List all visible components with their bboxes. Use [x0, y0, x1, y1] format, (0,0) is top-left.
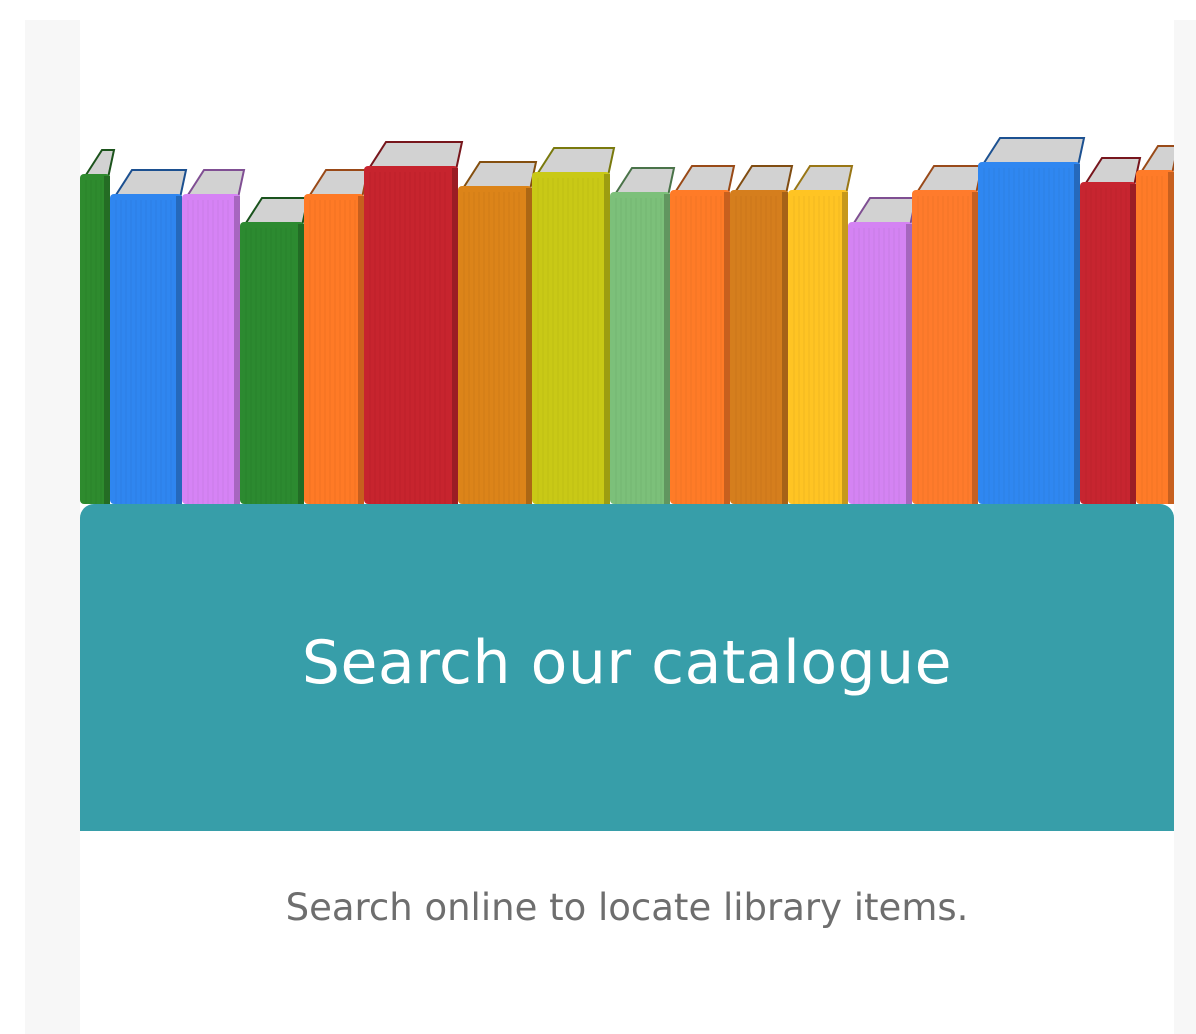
book-edge	[782, 192, 788, 504]
book-edge	[604, 174, 610, 504]
books-illustration	[80, 137, 1174, 504]
book-spine	[610, 167, 676, 504]
book-spine	[304, 169, 370, 504]
book-edge	[1130, 184, 1136, 504]
book-spine	[110, 169, 188, 504]
search-catalogue-banner[interactable]: Search our catalogue	[80, 504, 1174, 831]
book-spine	[1080, 157, 1142, 504]
book-cover	[1080, 182, 1136, 504]
book-edge	[906, 224, 912, 504]
book-cover	[364, 166, 458, 504]
book-pages	[850, 197, 918, 227]
card-description: Search online to locate library items.	[285, 886, 969, 929]
book-pages	[242, 197, 310, 227]
book-edge	[526, 188, 532, 504]
book-spine	[978, 137, 1086, 504]
book-edge	[1074, 164, 1080, 504]
book-spine	[240, 197, 310, 504]
book-spine	[532, 147, 616, 504]
book-cover	[848, 222, 912, 504]
book-edge	[724, 192, 730, 504]
book-pages	[1082, 157, 1142, 187]
book-pages	[366, 141, 464, 171]
book-edge	[452, 168, 458, 504]
book-spine	[182, 169, 246, 504]
book-edge	[972, 192, 978, 504]
book-edge	[104, 176, 110, 504]
book-pages	[184, 169, 246, 199]
book-spine	[1136, 145, 1174, 504]
book-spine	[848, 197, 918, 504]
right-gutter	[1174, 20, 1196, 1034]
book-edge	[234, 196, 240, 504]
book-spine	[670, 165, 736, 504]
page: Search our catalogue Search online to lo…	[0, 0, 1196, 1034]
books-image[interactable]	[80, 20, 1174, 504]
book-edge	[1168, 172, 1174, 504]
book-edge	[664, 194, 670, 504]
book-pages	[460, 161, 538, 191]
book-pages	[914, 165, 984, 195]
book-pages	[790, 165, 854, 195]
book-spine	[364, 141, 464, 504]
book-spine	[730, 165, 794, 504]
book-edge	[298, 224, 304, 504]
book-pages	[732, 165, 794, 195]
book-cover	[182, 194, 240, 504]
catalogue-card[interactable]: Search our catalogue Search online to lo…	[80, 20, 1174, 1034]
book-edge	[358, 196, 364, 504]
book-spine	[788, 165, 854, 504]
left-gutter	[25, 20, 80, 1034]
book-edge	[842, 192, 848, 504]
book-pages	[306, 169, 370, 199]
book-pages	[82, 149, 116, 179]
book-pages	[1138, 145, 1174, 175]
book-spine	[458, 161, 538, 504]
search-catalogue-title[interactable]: Search our catalogue	[302, 628, 952, 698]
book-pages	[112, 169, 188, 199]
book-pages	[980, 137, 1086, 167]
book-pages	[672, 165, 736, 195]
book-cover	[240, 222, 304, 504]
book-cover	[730, 190, 788, 504]
book-edge	[176, 196, 182, 504]
book-pages	[612, 167, 676, 197]
book-pages	[534, 147, 616, 177]
book-spine	[912, 165, 984, 504]
book-spine	[80, 149, 116, 504]
